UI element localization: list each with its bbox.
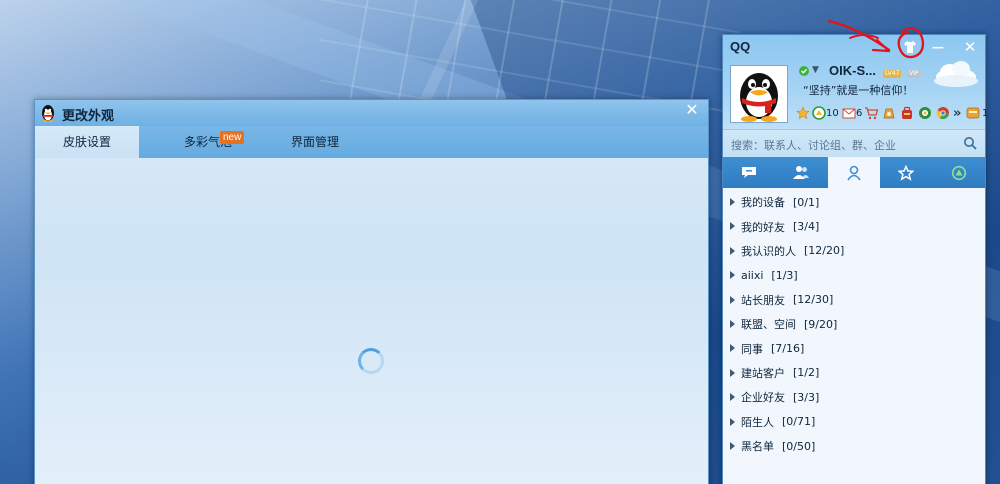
expand-arrow-icon [730, 344, 735, 353]
game-bag-icon[interactable] [900, 105, 914, 121]
skin-tab-bar: 皮肤设置 多彩气泡 界面管理 [35, 126, 708, 158]
list-item[interactable]: 我的设备 [0/1] [723, 190, 985, 214]
expand-arrow-icon [730, 441, 735, 450]
contact-person-icon [847, 165, 861, 180]
tab-interface-management[interactable]: 界面管理 [267, 126, 363, 158]
tab-skin-settings[interactable]: 皮肤设置 [35, 126, 139, 158]
qq-window-title: QQ [730, 39, 751, 54]
skin-tshirt-button[interactable] [899, 37, 921, 57]
expand-arrow-icon [730, 198, 735, 206]
chrome-browser-icon[interactable] [936, 105, 950, 121]
list-item[interactable]: 企业好友 [3/3] [723, 385, 985, 409]
list-item[interactable]: 建站客户 [1/2] [723, 361, 985, 385]
tab-conversations[interactable] [723, 157, 775, 188]
qzone-count: 10 [826, 107, 839, 119]
skin-window-title: 更改外观 [62, 109, 115, 124]
list-item[interactable]: 我认识的人 [12/20] [723, 239, 985, 263]
tab-contacts[interactable] [828, 157, 880, 188]
nickname[interactable]: OIK-S... [829, 63, 876, 78]
tab-qzone[interactable] [933, 157, 985, 188]
expand-arrow-icon [730, 295, 735, 304]
qq-penguin-avatar-icon [740, 73, 778, 122]
tab-groups[interactable] [775, 157, 827, 188]
close-icon[interactable]: ✕ [684, 102, 700, 118]
expand-arrow-icon [730, 271, 735, 280]
qzone-tab-icon [951, 165, 967, 180]
change-appearance-window: 更改外观 ✕ 皮肤设置 多彩气泡 界面管理 new [34, 99, 709, 484]
expand-arrow-icon [730, 222, 735, 231]
minimize-button[interactable]: — [927, 37, 949, 57]
list-item[interactable]: 黑名单 [0/50] [723, 434, 985, 458]
shopping-cart-icon[interactable] [864, 105, 879, 121]
list-item[interactable]: aiixi [1/3] [723, 263, 985, 287]
personal-signature[interactable]: “坚持”就是一种信仰！ [803, 82, 913, 98]
chat-bubble-icon [742, 167, 756, 178]
list-item[interactable]: 我的好友 [3/4] [723, 214, 985, 238]
mail-icon[interactable]: 6 [842, 105, 862, 121]
tshirt-icon [904, 41, 916, 53]
level-badge: LV47 [883, 70, 902, 78]
list-item[interactable]: 站长朋友 [12/30] [723, 288, 985, 312]
status-dropdown-icon[interactable]: ▼ [812, 65, 819, 75]
vip-badge: VIP [907, 70, 921, 78]
expand-arrow-icon [730, 393, 735, 402]
star-outline-icon [898, 164, 914, 181]
qq-main-panel: QQ — ✕ ▼ OIK-S... LV47 VIP “坚持”就是一种信仰！ 1… [722, 34, 988, 484]
app-box-icon[interactable] [966, 105, 980, 121]
qq-music-icon[interactable] [918, 105, 932, 121]
expand-arrow-icon [730, 368, 735, 377]
list-item[interactable]: 陌生人 [0/71] [723, 410, 985, 434]
loading-spinner-icon [358, 348, 384, 374]
qq-penguin-icon [42, 105, 54, 122]
online-status-icon[interactable] [799, 66, 809, 76]
qq-header: QQ — ✕ ▼ OIK-S... LV47 VIP “坚持”就是一种信仰！ 1… [723, 35, 988, 129]
tab-colorful-bubbles[interactable]: 多彩气泡 [153, 126, 263, 158]
close-button[interactable]: ✕ [959, 37, 981, 57]
app-icon-bar: 10 6 » 1 [796, 105, 988, 123]
list-item[interactable]: 同事 [7/16] [723, 336, 985, 360]
expand-arrow-icon [730, 417, 735, 426]
list-item[interactable]: 联盟、空间 [9/20] [723, 312, 985, 336]
contact-group-list: 我的设备 [0/1] 我的好友 [3/4] 我认识的人 [12/20] aiixi [1… [723, 190, 985, 458]
qzone-icon[interactable]: 10 [812, 105, 839, 121]
expand-arrow-icon [730, 246, 735, 255]
more-icon[interactable]: » [953, 105, 961, 121]
mail-count: 6 [856, 107, 863, 119]
people-group-icon [793, 166, 809, 179]
expand-arrow-icon [730, 319, 735, 328]
contact-search-bar[interactable]: 搜索：联系人、讨论组、群、企业 [723, 129, 985, 157]
search-icon[interactable] [963, 136, 977, 150]
main-tab-bar [723, 157, 985, 188]
wallet-icon[interactable] [882, 105, 896, 121]
search-input[interactable]: 搜索：联系人、讨论组、群、企业 [731, 137, 896, 153]
star-icon[interactable] [796, 105, 810, 121]
skin-window-titlebar: 更改外观 ✕ [35, 100, 708, 126]
tab-favorites[interactable] [880, 157, 932, 188]
weather-cloud-icon[interactable] [930, 57, 980, 91]
app-box-count: 1 [982, 107, 989, 119]
new-badge: new [220, 131, 245, 144]
avatar[interactable] [730, 65, 788, 123]
